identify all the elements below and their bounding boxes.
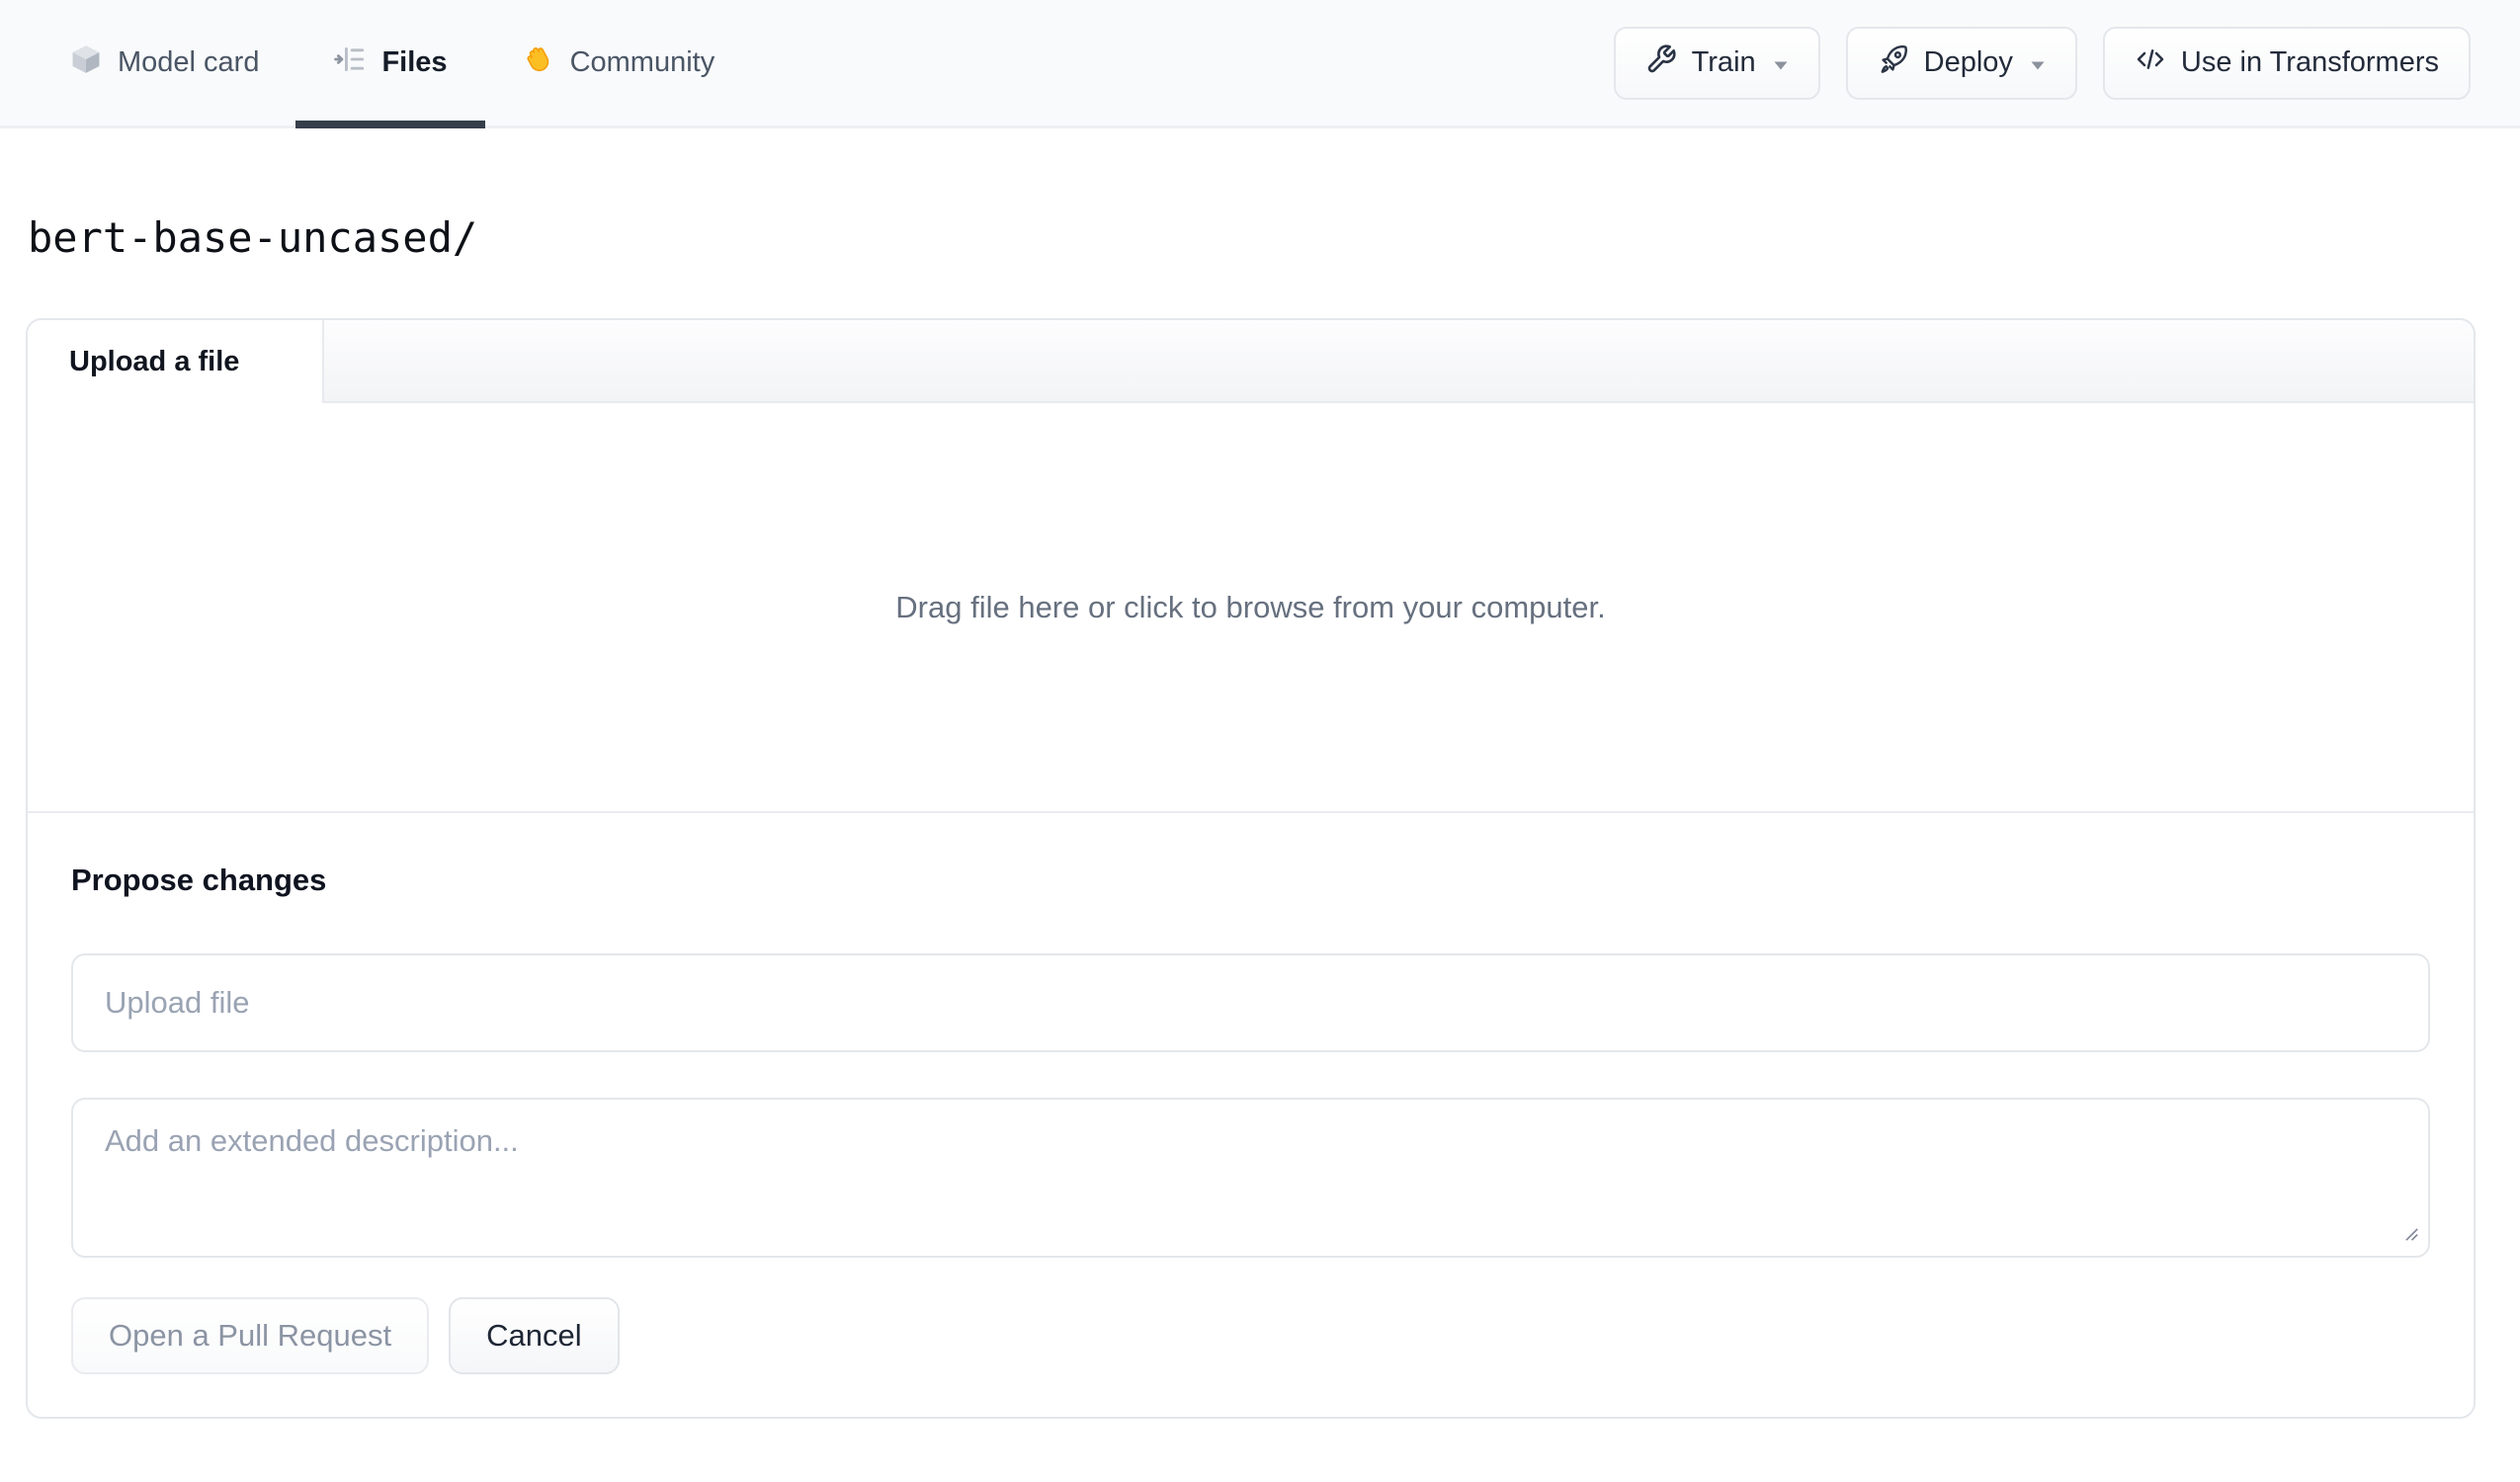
cube-icon <box>69 42 103 84</box>
tab-model-card[interactable]: Model card <box>69 0 259 125</box>
upload-card-tabstrip: Upload a file <box>28 320 2474 404</box>
tab-community[interactable]: Community <box>522 0 715 125</box>
repo-tab-bar: Model card Files Community <box>69 0 715 128</box>
tab-community-label: Community <box>569 46 715 78</box>
tab-model-card-label: Model card <box>118 46 260 78</box>
use-in-transformers-label: Use in Transformers <box>2180 46 2439 78</box>
deploy-button[interactable]: Deploy <box>1845 26 2077 100</box>
chevron-down-icon <box>1773 46 1789 79</box>
wrench-icon <box>1645 43 1677 83</box>
propose-changes-heading: Propose changes <box>71 863 327 898</box>
cancel-button[interactable]: Cancel <box>449 1297 620 1375</box>
open-pull-request-button[interactable]: Open a Pull Request <box>71 1297 430 1375</box>
tab-files-label: Files <box>381 46 448 78</box>
upload-card: Upload a file Drag file here or click to… <box>26 318 2476 1420</box>
breadcrumb[interactable]: bert-base-uncased/ <box>28 214 477 261</box>
repo-header: Model card Files Community Train Deploy … <box>0 0 2520 128</box>
upload-filename-input[interactable] <box>71 953 2430 1053</box>
tab-files[interactable]: Files <box>295 0 485 128</box>
extended-description-textarea[interactable] <box>71 1098 2430 1259</box>
rocket-icon <box>1878 43 1909 83</box>
tab-upload-a-file-label: Upload a file <box>69 345 240 377</box>
dropzone-hint: Drag file here or click to browse from y… <box>895 589 1606 624</box>
propose-actions: Open a Pull Request Cancel <box>71 1297 2430 1375</box>
file-dropzone[interactable]: Drag file here or click to browse from y… <box>28 403 2474 812</box>
propose-changes-section: Propose changes Open a Pull Request Canc… <box>28 813 2474 1417</box>
train-button[interactable]: Train <box>1613 26 1820 100</box>
use-in-transformers-button[interactable]: Use in Transformers <box>2102 26 2471 100</box>
code-icon <box>2135 43 2166 83</box>
description-field-wrap <box>71 1098 2430 1259</box>
active-tab-underline <box>295 121 485 128</box>
tab-upload-a-file[interactable]: Upload a file <box>28 320 324 404</box>
waving-hand-icon <box>522 42 555 84</box>
files-icon <box>333 42 367 84</box>
tabstrip-filler <box>324 320 2474 404</box>
header-actions: Train Deploy Use in Transformers <box>1613 0 2471 125</box>
model-repo-page: Model card Files Community Train Deploy … <box>0 0 2520 1482</box>
deploy-button-label: Deploy <box>1923 46 2013 78</box>
chevron-down-icon <box>2030 46 2046 79</box>
train-button-label: Train <box>1691 46 1756 78</box>
resize-handle-icon[interactable] <box>2402 1225 2420 1248</box>
